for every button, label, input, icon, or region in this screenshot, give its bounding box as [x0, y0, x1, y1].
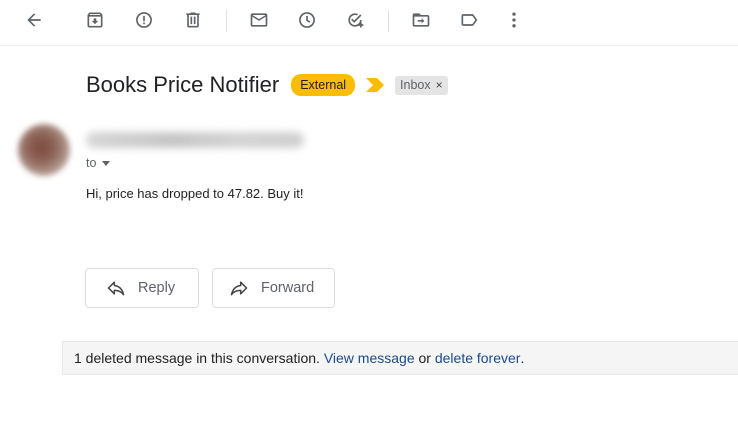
- inbox-label-text: Inbox: [400, 78, 431, 92]
- inbox-label: Inbox ×: [395, 75, 448, 95]
- notice-middle: or: [414, 350, 435, 366]
- archive-icon[interactable]: [81, 6, 109, 34]
- reply-button[interactable]: Reply: [85, 268, 199, 308]
- sender-avatar: [18, 124, 70, 176]
- toolbar: [0, 0, 738, 46]
- reply-icon: [107, 281, 125, 296]
- label-icon[interactable]: [455, 6, 483, 34]
- deleted-message-notice: 1 deleted message in this conversation. …: [62, 341, 738, 375]
- view-message-link[interactable]: View message: [324, 350, 415, 366]
- report-spam-icon[interactable]: [130, 6, 158, 34]
- forward-button[interactable]: Forward: [212, 268, 335, 308]
- message-body: Hi, price has dropped to 47.82. Buy it!: [86, 186, 304, 201]
- remove-label-icon[interactable]: ×: [436, 78, 443, 92]
- mark-unread-icon[interactable]: [245, 6, 273, 34]
- forward-icon: [230, 281, 248, 296]
- back-arrow-icon[interactable]: [20, 6, 48, 34]
- notice-prefix: 1 deleted message in this conversation.: [74, 350, 324, 366]
- add-to-tasks-icon[interactable]: [341, 6, 369, 34]
- importance-marker-icon[interactable]: [366, 78, 385, 92]
- to-label: to: [86, 156, 97, 170]
- recipient-details-toggle[interactable]: to: [86, 156, 111, 170]
- sender-name-redacted: [86, 132, 304, 148]
- external-badge: External: [291, 74, 356, 96]
- caret-down-icon: [102, 160, 111, 166]
- delete-forever-link[interactable]: delete forever: [435, 350, 521, 366]
- more-options-icon[interactable]: [500, 6, 528, 34]
- snooze-icon[interactable]: [293, 6, 321, 34]
- forward-button-label: Forward: [261, 280, 315, 296]
- delete-icon[interactable]: [179, 6, 207, 34]
- move-to-icon[interactable]: [407, 6, 435, 34]
- email-subject: Books Price Notifier: [86, 72, 280, 97]
- subject-row: Books Price Notifier External Inbox ×: [86, 70, 448, 100]
- reply-button-label: Reply: [138, 280, 176, 296]
- notice-suffix: .: [520, 350, 525, 366]
